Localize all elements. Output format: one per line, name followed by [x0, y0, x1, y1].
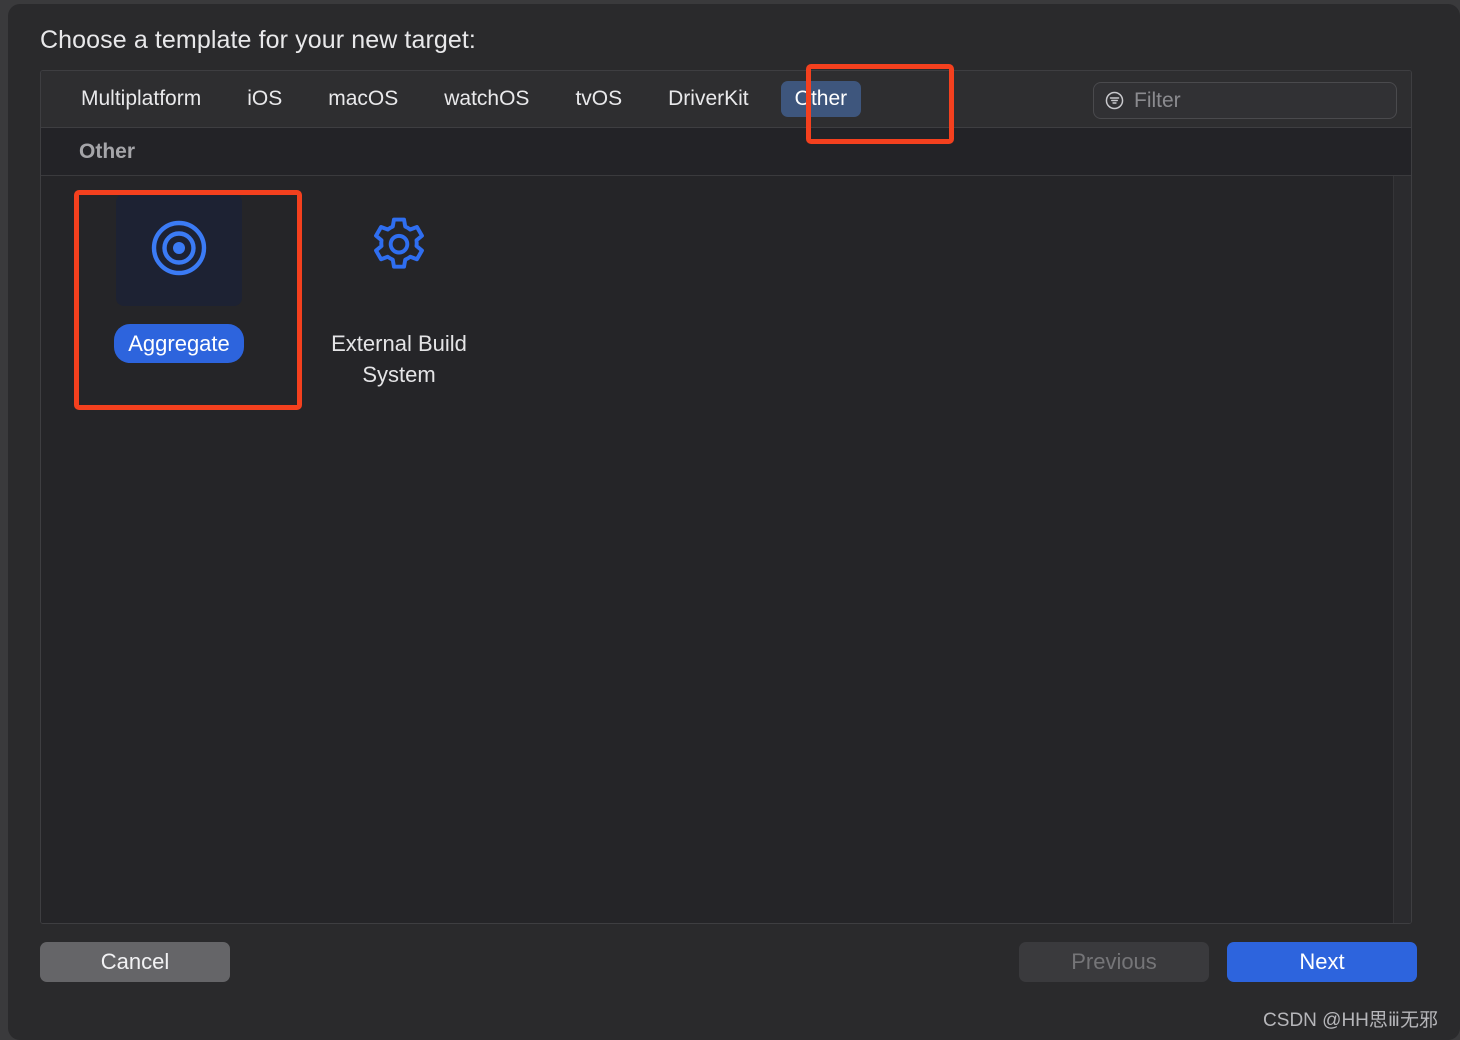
- new-target-template-dialog: Choose a template for your new target: M…: [8, 4, 1460, 1040]
- watermark: CSDN @HH思ⅲ无邪: [1263, 1010, 1438, 1031]
- filter-placeholder: Filter: [1134, 88, 1181, 112]
- page-title: Choose a template for your new target:: [40, 26, 476, 54]
- template-item-label: Aggregate: [114, 324, 244, 363]
- template-grid: Aggregate External Build System: [41, 176, 1393, 923]
- filter-input[interactable]: Filter: [1093, 82, 1397, 119]
- template-item-aggregate[interactable]: Aggregate: [69, 194, 289, 394]
- template-thumbnail: [116, 194, 242, 306]
- template-chooser-frame: Multiplatform iOS macOS watchOS tvOS Dri…: [40, 70, 1412, 924]
- template-thumbnail: [336, 194, 462, 306]
- tab-ios[interactable]: iOS: [233, 81, 296, 117]
- cancel-button[interactable]: Cancel: [40, 942, 230, 982]
- section-header-label: Other: [79, 139, 136, 163]
- next-button[interactable]: Next: [1227, 942, 1417, 982]
- tab-driverkit[interactable]: DriverKit: [654, 81, 763, 117]
- tab-tvos[interactable]: tvOS: [561, 81, 636, 117]
- target-icon: [147, 216, 211, 285]
- tab-other[interactable]: Other: [780, 81, 862, 117]
- platform-tab-bar: Multiplatform iOS macOS watchOS tvOS Dri…: [41, 71, 1411, 128]
- template-grid-area: Aggregate External Build System: [41, 176, 1411, 923]
- tab-macos[interactable]: macOS: [314, 81, 412, 117]
- tab-watchos[interactable]: watchOS: [430, 81, 543, 117]
- gear-icon: [364, 213, 434, 288]
- tab-multiplatform[interactable]: Multiplatform: [67, 81, 215, 117]
- filter-icon: [1104, 90, 1125, 111]
- section-header: Other: [41, 128, 1411, 176]
- vertical-scrollbar[interactable]: [1393, 176, 1411, 923]
- previous-button: Previous: [1019, 942, 1209, 982]
- template-item-external-build-system[interactable]: External Build System: [289, 194, 509, 394]
- template-item-label: External Build System: [331, 331, 467, 387]
